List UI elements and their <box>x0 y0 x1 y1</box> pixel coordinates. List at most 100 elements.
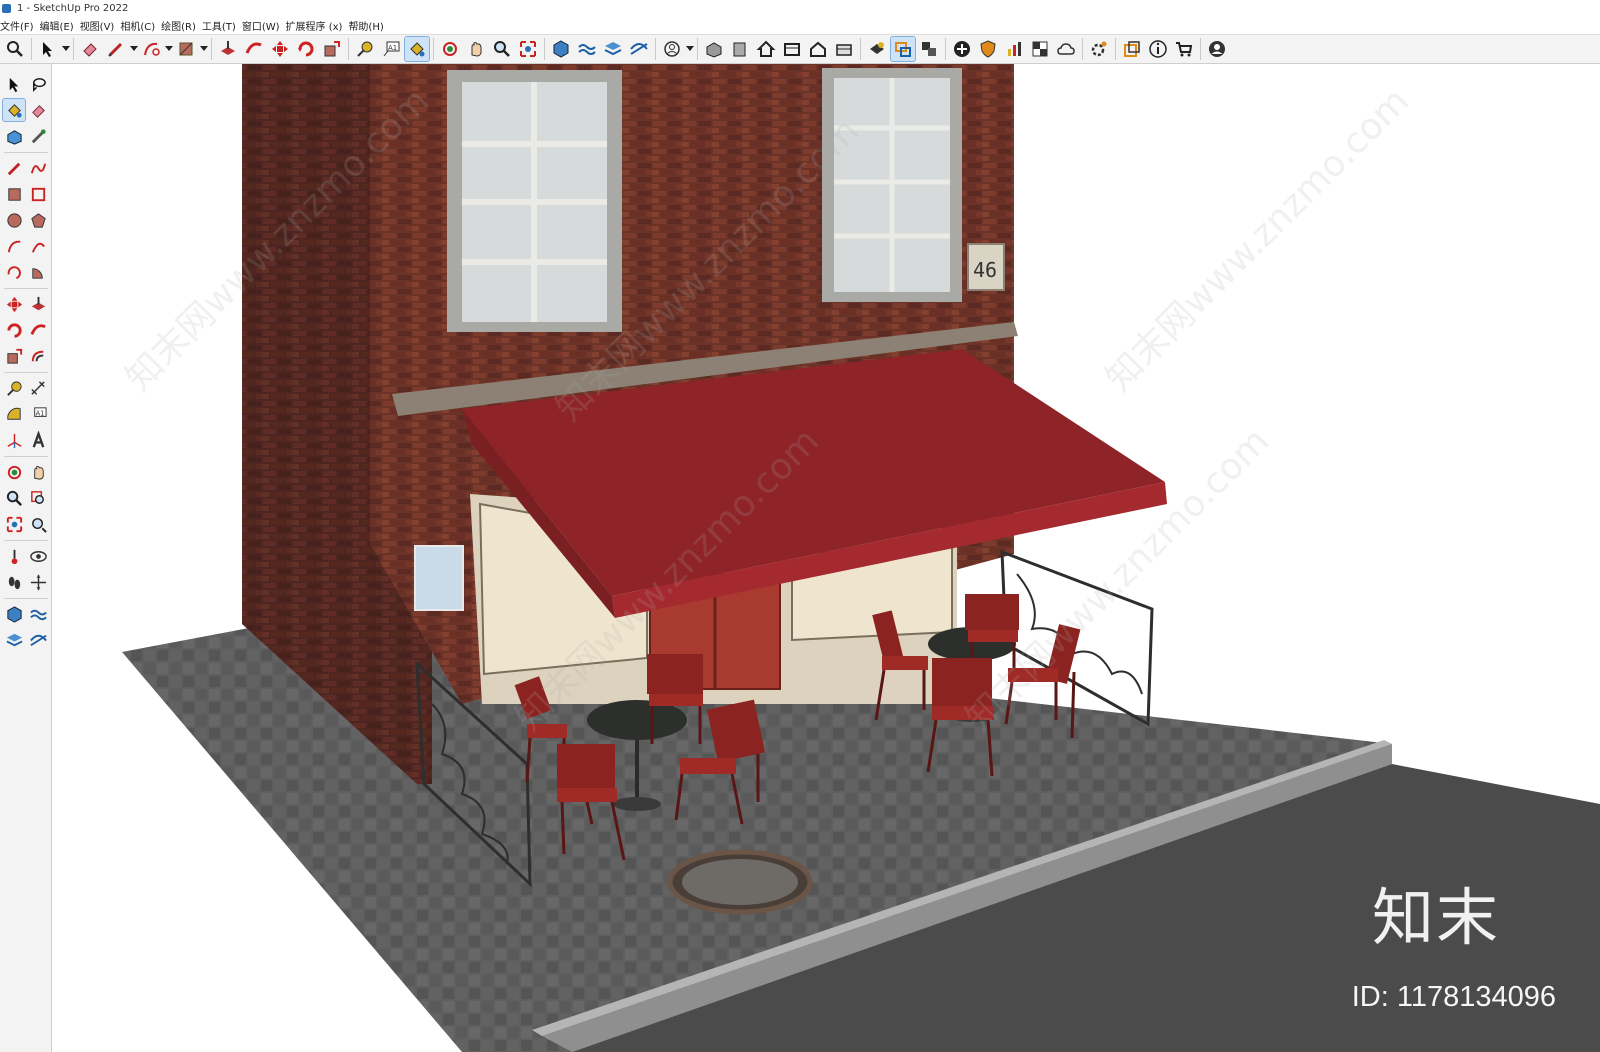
settings-icon[interactable] <box>1086 36 1112 62</box>
sandbox-icon[interactable] <box>574 36 600 62</box>
previous-view-icon[interactable] <box>26 512 50 536</box>
pencil-icon[interactable] <box>103 36 129 62</box>
component-icon[interactable] <box>2 124 26 148</box>
freehand-icon[interactable] <box>26 156 50 180</box>
menu-camera[interactable]: 相机(C) <box>120 18 161 33</box>
cloud-icon[interactable] <box>1053 36 1079 62</box>
rotate-icon[interactable] <box>2 318 26 342</box>
rectangle-icon[interactable] <box>2 182 26 206</box>
home-view-icon[interactable] <box>753 36 779 62</box>
zoom-extents-icon[interactable] <box>515 36 541 62</box>
orbit-icon[interactable] <box>437 36 463 62</box>
follow-me-icon[interactable] <box>26 318 50 342</box>
walk-icon[interactable] <box>2 570 26 594</box>
move-icon[interactable] <box>267 36 293 62</box>
select-icon[interactable] <box>2 72 26 96</box>
menu-view[interactable]: 视图(V) <box>80 18 121 33</box>
back-view-icon[interactable] <box>831 36 857 62</box>
geo-icon[interactable] <box>2 602 26 626</box>
protractor-icon[interactable] <box>2 402 26 426</box>
lasso-icon[interactable] <box>26 72 50 96</box>
menu-edit[interactable]: 编辑(E) <box>40 18 80 33</box>
profile-dropdown-icon[interactable] <box>685 36 694 62</box>
offset-icon[interactable] <box>26 344 50 368</box>
tape-measure-icon[interactable] <box>2 376 26 400</box>
sandbox-icon[interactable] <box>26 602 50 626</box>
3d-text-icon[interactable] <box>26 428 50 452</box>
arc-icon[interactable] <box>138 36 164 62</box>
scale-icon[interactable] <box>319 36 345 62</box>
iso-view-icon[interactable] <box>701 36 727 62</box>
house-view-icon[interactable] <box>805 36 831 62</box>
text-icon[interactable]: A1 <box>378 36 404 62</box>
move-icon[interactable] <box>2 292 26 316</box>
dimension-icon[interactable] <box>26 376 50 400</box>
text-icon[interactable]: A1 <box>26 402 50 426</box>
eyedropper-icon[interactable] <box>26 124 50 148</box>
zoom-icon[interactable] <box>2 486 26 510</box>
circle-icon[interactable] <box>2 208 26 232</box>
select-dropdown-icon[interactable] <box>61 36 70 62</box>
tape-measure-icon[interactable] <box>352 36 378 62</box>
section-plane-icon[interactable] <box>26 570 50 594</box>
geo-icon[interactable] <box>548 36 574 62</box>
three-point-arc-icon[interactable] <box>2 260 26 284</box>
sandbox-smoove-icon[interactable] <box>26 628 50 652</box>
front-view-icon[interactable] <box>727 36 753 62</box>
info-icon[interactable] <box>1145 36 1171 62</box>
layers-icon[interactable] <box>2 628 26 652</box>
two-point-arc-icon[interactable] <box>26 234 50 258</box>
zoom-icon[interactable] <box>489 36 515 62</box>
scale-icon[interactable] <box>2 344 26 368</box>
follow-me-icon[interactable] <box>241 36 267 62</box>
pan-icon[interactable] <box>26 460 50 484</box>
arc-dropdown-icon[interactable] <box>164 36 173 62</box>
layers-icon[interactable] <box>600 36 626 62</box>
polygon-icon[interactable] <box>26 208 50 232</box>
group-icon[interactable] <box>890 36 916 62</box>
menu-file[interactable]: 文件(F) <box>0 18 40 33</box>
profile-icon[interactable] <box>659 36 685 62</box>
arc-icon[interactable] <box>2 234 26 258</box>
eraser-icon[interactable] <box>26 98 50 122</box>
checker-icon[interactable] <box>1027 36 1053 62</box>
pencil-dropdown-icon[interactable] <box>129 36 138 62</box>
position-camera-icon[interactable] <box>2 544 26 568</box>
search-icon[interactable] <box>2 36 28 62</box>
push-pull-icon[interactable] <box>215 36 241 62</box>
menu-draw[interactable]: 绘图(R) <box>161 18 202 33</box>
zoom-extents-icon[interactable] <box>2 512 26 536</box>
rotate-icon[interactable] <box>293 36 319 62</box>
paint-dropdown-icon[interactable] <box>199 36 208 62</box>
pan-icon[interactable] <box>463 36 489 62</box>
menu-window[interactable]: 窗口(W) <box>242 18 286 33</box>
top-view-icon[interactable] <box>779 36 805 62</box>
menu-help[interactable]: 帮助(H) <box>348 18 389 33</box>
cart-icon[interactable] <box>1171 36 1197 62</box>
zoom-window-icon[interactable] <box>26 486 50 510</box>
axes-icon[interactable] <box>2 428 26 452</box>
account-icon[interactable] <box>1204 36 1230 62</box>
sandbox-smoove-icon[interactable] <box>626 36 652 62</box>
model-viewport[interactable]: 46 知末网www.znzmo.com 知末网www.znzmo.com 知末 … <box>52 64 1600 1052</box>
section-icon[interactable] <box>916 36 942 62</box>
look-around-icon[interactable] <box>26 544 50 568</box>
shield-icon[interactable] <box>975 36 1001 62</box>
push-pull-icon[interactable] <box>26 292 50 316</box>
pie-icon[interactable] <box>26 260 50 284</box>
paint-bucket-icon[interactable] <box>2 98 26 122</box>
paint-icon[interactable] <box>173 36 199 62</box>
rotated-rectangle-icon[interactable] <box>26 182 50 206</box>
component-icon[interactable] <box>864 36 890 62</box>
3d-scene[interactable]: 46 <box>52 64 1600 1052</box>
paint-bucket-icon[interactable] <box>404 36 430 62</box>
menu-extensions[interactable]: 扩展程序 (x) <box>286 18 349 33</box>
outliner-icon[interactable] <box>1119 36 1145 62</box>
select-icon[interactable] <box>35 36 61 62</box>
menu-tools[interactable]: 工具(T) <box>202 18 242 33</box>
add-icon[interactable] <box>949 36 975 62</box>
chart-icon[interactable] <box>1001 36 1027 62</box>
pencil-icon[interactable] <box>2 156 26 180</box>
eraser-icon[interactable] <box>77 36 103 62</box>
orbit-icon[interactable] <box>2 460 26 484</box>
